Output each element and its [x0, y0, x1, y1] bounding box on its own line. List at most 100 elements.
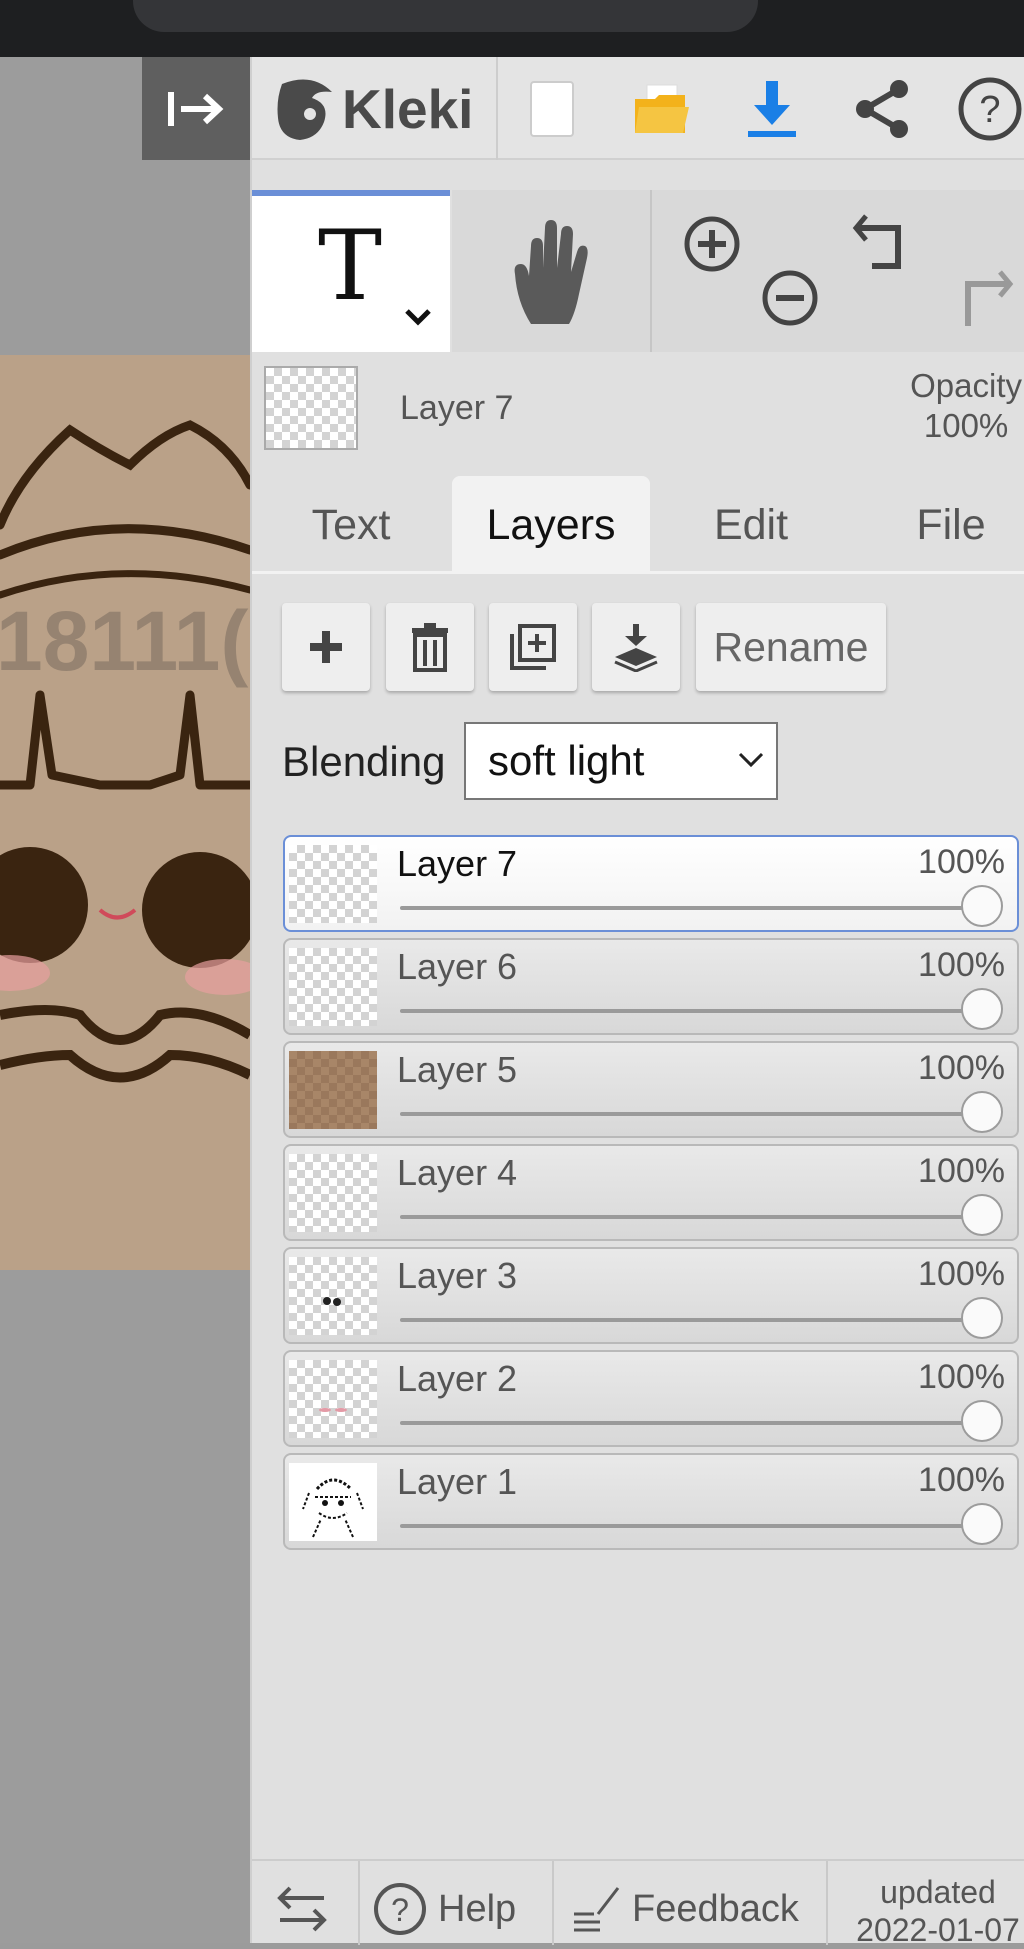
collapse-panel-button[interactable] — [142, 57, 250, 160]
layer-name: Layer 3 — [397, 1255, 518, 1296]
tab-text[interactable]: Text — [252, 476, 450, 574]
tab-file[interactable]: File — [852, 476, 1024, 574]
duplicate-layer-icon — [510, 624, 556, 670]
layer-thumbnail — [289, 1463, 377, 1541]
chevron-down-icon[interactable] — [404, 308, 432, 326]
layer-opacity-handle[interactable] — [961, 885, 1003, 927]
rename-layer-button[interactable]: Rename — [696, 603, 886, 691]
current-layer-opacity: Opacity 100% — [910, 366, 1022, 446]
delete-layer-icon — [412, 623, 448, 672]
blending-label: Blending — [282, 738, 446, 785]
help-icon: ? — [958, 77, 1022, 141]
swap-icon — [277, 1886, 327, 1932]
blending-row: Blending soft light — [282, 722, 778, 802]
layer-opacity: 100% — [918, 946, 1005, 984]
hand-tool[interactable] — [452, 190, 650, 352]
layer-row-1[interactable]: Layer 1 100% — [283, 1453, 1019, 1550]
layer-opacity-handle[interactable] — [961, 1400, 1003, 1442]
side-panel: Kleki ? T Layer 7 Opacity 100% Text Laye… — [250, 57, 1024, 1948]
current-layer-header: Layer 7 Opacity 100% — [252, 352, 1024, 466]
feedback-label: Feedback — [632, 1887, 799, 1930]
tab-edit[interactable]: Edit — [652, 476, 850, 574]
layer-name: Layer 2 — [397, 1358, 518, 1399]
merge-down-button[interactable] — [592, 603, 680, 691]
open-button[interactable] — [624, 71, 700, 147]
undo-icon[interactable] — [852, 212, 916, 274]
layer-thumbnail — [289, 948, 377, 1026]
text-tool-glyph: T — [318, 210, 383, 322]
layer-row-4[interactable]: Layer 4 100% — [283, 1144, 1019, 1241]
save-button[interactable] — [734, 71, 810, 147]
help-button[interactable]: ? — [952, 71, 1024, 147]
collapse-arrow-icon — [168, 91, 224, 126]
layer-thumbnail — [289, 1360, 377, 1438]
layer-opacity-slider[interactable] — [400, 1524, 993, 1528]
footer-divider — [552, 1861, 554, 1945]
layer-opacity-handle[interactable] — [961, 1091, 1003, 1133]
zoom-out-icon[interactable] — [760, 268, 820, 328]
hand-icon — [514, 220, 588, 324]
help-label: Help — [438, 1887, 517, 1930]
layer-opacity-slider[interactable] — [400, 1421, 993, 1425]
layer-row-2[interactable]: Layer 2 100% — [283, 1350, 1019, 1447]
layer-name: Layer 6 — [397, 946, 518, 987]
opacity-label: Opacity — [910, 367, 1022, 404]
layer-opacity-slider[interactable] — [400, 906, 993, 910]
svg-text:?: ? — [979, 89, 1000, 131]
help-icon: ? — [374, 1883, 426, 1935]
kleki-logo-icon — [277, 79, 332, 140]
history-controls — [832, 190, 1024, 352]
layer-opacity: 100% — [918, 843, 1005, 881]
feedback-link[interactable]: Feedback — [572, 1879, 799, 1939]
opacity-value: 100% — [923, 407, 1009, 444]
redo-icon[interactable] — [952, 268, 1016, 330]
layer-opacity: 100% — [918, 1152, 1005, 1190]
new-document-icon — [530, 81, 574, 137]
blending-select[interactable]: soft light — [464, 722, 778, 800]
layer-opacity-handle[interactable] — [961, 988, 1003, 1030]
layer-row-5[interactable]: Layer 5 100% — [283, 1041, 1019, 1138]
duplicate-layer-button[interactable] — [489, 603, 577, 691]
tab-layers[interactable]: Layers — [452, 476, 650, 574]
download-icon — [748, 81, 796, 137]
app-logo: Kleki — [272, 71, 473, 147]
layer-thumbnail — [289, 1257, 377, 1335]
new-button[interactable] — [514, 71, 590, 147]
layer-row-6[interactable]: Layer 6 100% — [283, 938, 1019, 1035]
updated-info: updated 2022-01-07 — [850, 1873, 1024, 1949]
layer-opacity: 100% — [918, 1255, 1005, 1293]
status-bar — [0, 0, 1024, 57]
updated-date: 2022-01-07 — [856, 1912, 1020, 1948]
zoom-in-icon[interactable] — [682, 214, 742, 274]
share-button[interactable] — [844, 71, 920, 147]
current-layer-thumbnail — [264, 366, 358, 450]
layer-opacity-handle[interactable] — [961, 1194, 1003, 1236]
help-link[interactable]: ? Help — [372, 1879, 516, 1939]
top-toolbar: Kleki ? — [252, 57, 1024, 160]
current-layer-name: Layer 7 — [400, 389, 514, 427]
panel-tabs: Text Layers Edit File — [252, 466, 1024, 574]
layer-opacity-handle[interactable] — [961, 1297, 1003, 1339]
layer-opacity-slider[interactable] — [400, 1009, 993, 1013]
add-layer-button[interactable] — [282, 603, 370, 691]
layer-opacity-handle[interactable] — [961, 1503, 1003, 1545]
layer-name: Layer 1 — [397, 1461, 518, 1502]
layer-thumbnail-art — [323, 1297, 341, 1306]
chevron-down-icon — [738, 752, 764, 768]
layer-opacity-slider[interactable] — [400, 1318, 993, 1322]
swap-button[interactable] — [274, 1879, 330, 1939]
layer-row-7[interactable]: Layer 7 100% — [283, 835, 1019, 932]
layer-thumbnail — [289, 845, 377, 923]
delete-layer-button[interactable] — [386, 603, 474, 691]
layer-thumbnail-art — [319, 1408, 347, 1412]
feedback-icon — [574, 1887, 620, 1932]
zoom-controls — [652, 190, 832, 352]
toolbar-divider — [496, 57, 498, 160]
text-tool[interactable]: T — [252, 190, 450, 352]
layer-opacity-slider[interactable] — [400, 1215, 993, 1219]
layer-row-3[interactable]: Layer 3 100% — [283, 1247, 1019, 1344]
layer-opacity-slider[interactable] — [400, 1112, 993, 1116]
share-icon — [856, 80, 908, 138]
status-pill — [133, 0, 758, 32]
drawing-canvas[interactable]: 18111( — [0, 355, 250, 1270]
